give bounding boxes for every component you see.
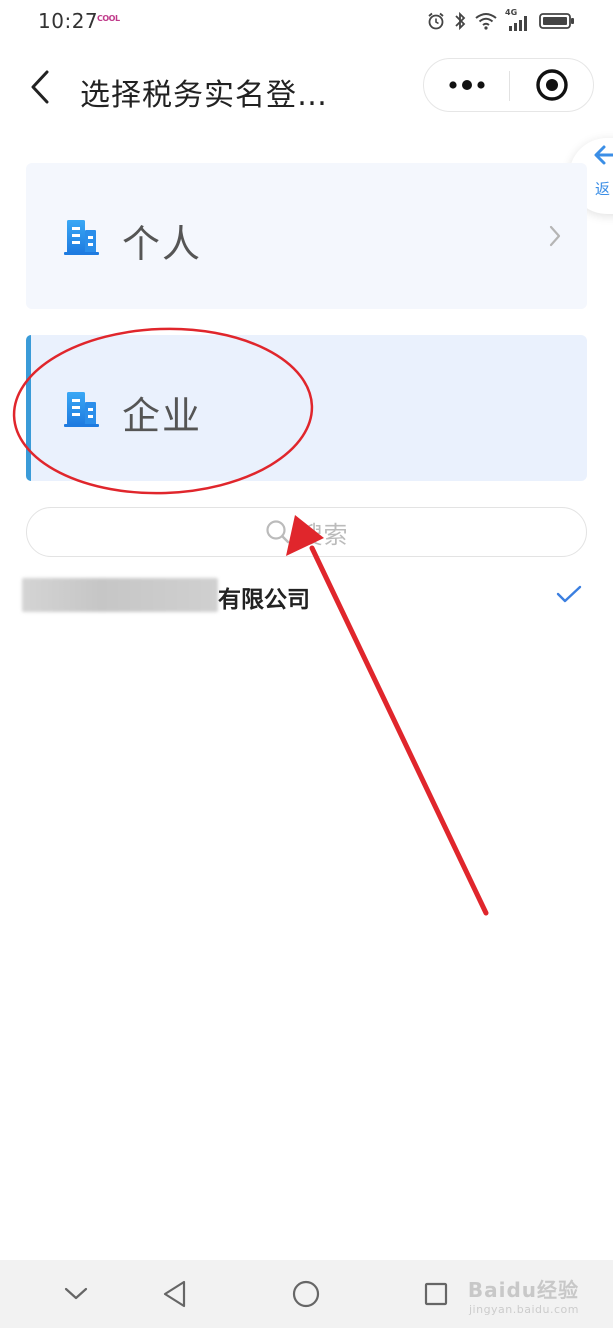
chevron-left-icon [31,70,49,104]
close-button[interactable] [510,59,594,111]
home-circle-icon [292,1280,320,1308]
arrow-left-icon [594,145,613,165]
page-title: 选择税务实名登… [80,78,328,113]
checkmark-icon [556,585,582,603]
search-input[interactable]: 搜索 [26,507,587,557]
baidu-watermark: Baidu经验 jingyan.baidu.com [468,1274,579,1316]
building-icon [64,392,99,427]
app-logo: COOL [97,14,120,23]
watermark-sub: jingyan.baidu.com [468,1303,579,1316]
nav-hide-button[interactable] [36,1260,116,1328]
company-list-item[interactable]: 有限公司 [22,570,592,620]
nav-recents-button[interactable] [396,1260,476,1328]
status-time: 10:27 [38,9,99,33]
selected-accent-bar [26,335,31,481]
search-icon [265,520,289,544]
wifi-icon [475,13,497,30]
chevron-right-icon [549,225,561,247]
status-icons: 4G [427,8,575,32]
more-button[interactable] [424,59,509,111]
side-return-label: 返 [595,180,611,198]
search-placeholder: 搜索 [298,520,349,549]
building-icon [64,220,99,255]
more-dots-icon [448,80,485,90]
option-label: 个人 [122,222,203,266]
mini-program-capsule [423,58,594,112]
bluetooth-icon [455,11,466,31]
redacted-company-name [22,578,218,612]
signal-icon: 4G [505,8,531,31]
target-close-icon [536,69,568,101]
nav-home-button[interactable] [266,1260,346,1328]
nav-back-button[interactable] [135,1260,215,1328]
watermark-main: Baidu经验 [467,1278,579,1302]
recents-square-icon [424,1282,448,1306]
option-card-personal[interactable]: 个人 [26,163,587,309]
company-name-suffix: 有限公司 [218,587,310,613]
back-button[interactable] [22,67,58,107]
option-card-enterprise[interactable]: 企业 [26,335,587,481]
system-nav-bar: Baidu经验 jingyan.baidu.com [0,1260,613,1328]
header: 选择税务实名登… [0,50,613,126]
status-bar: 10:27 COOL 4G [0,0,613,44]
alarm-icon [428,12,444,30]
back-triangle-icon [163,1280,186,1308]
option-label: 企业 [122,394,203,438]
chevron-down-icon [64,1287,88,1300]
battery-icon [539,13,574,29]
search-inner: 搜索 [27,508,586,556]
